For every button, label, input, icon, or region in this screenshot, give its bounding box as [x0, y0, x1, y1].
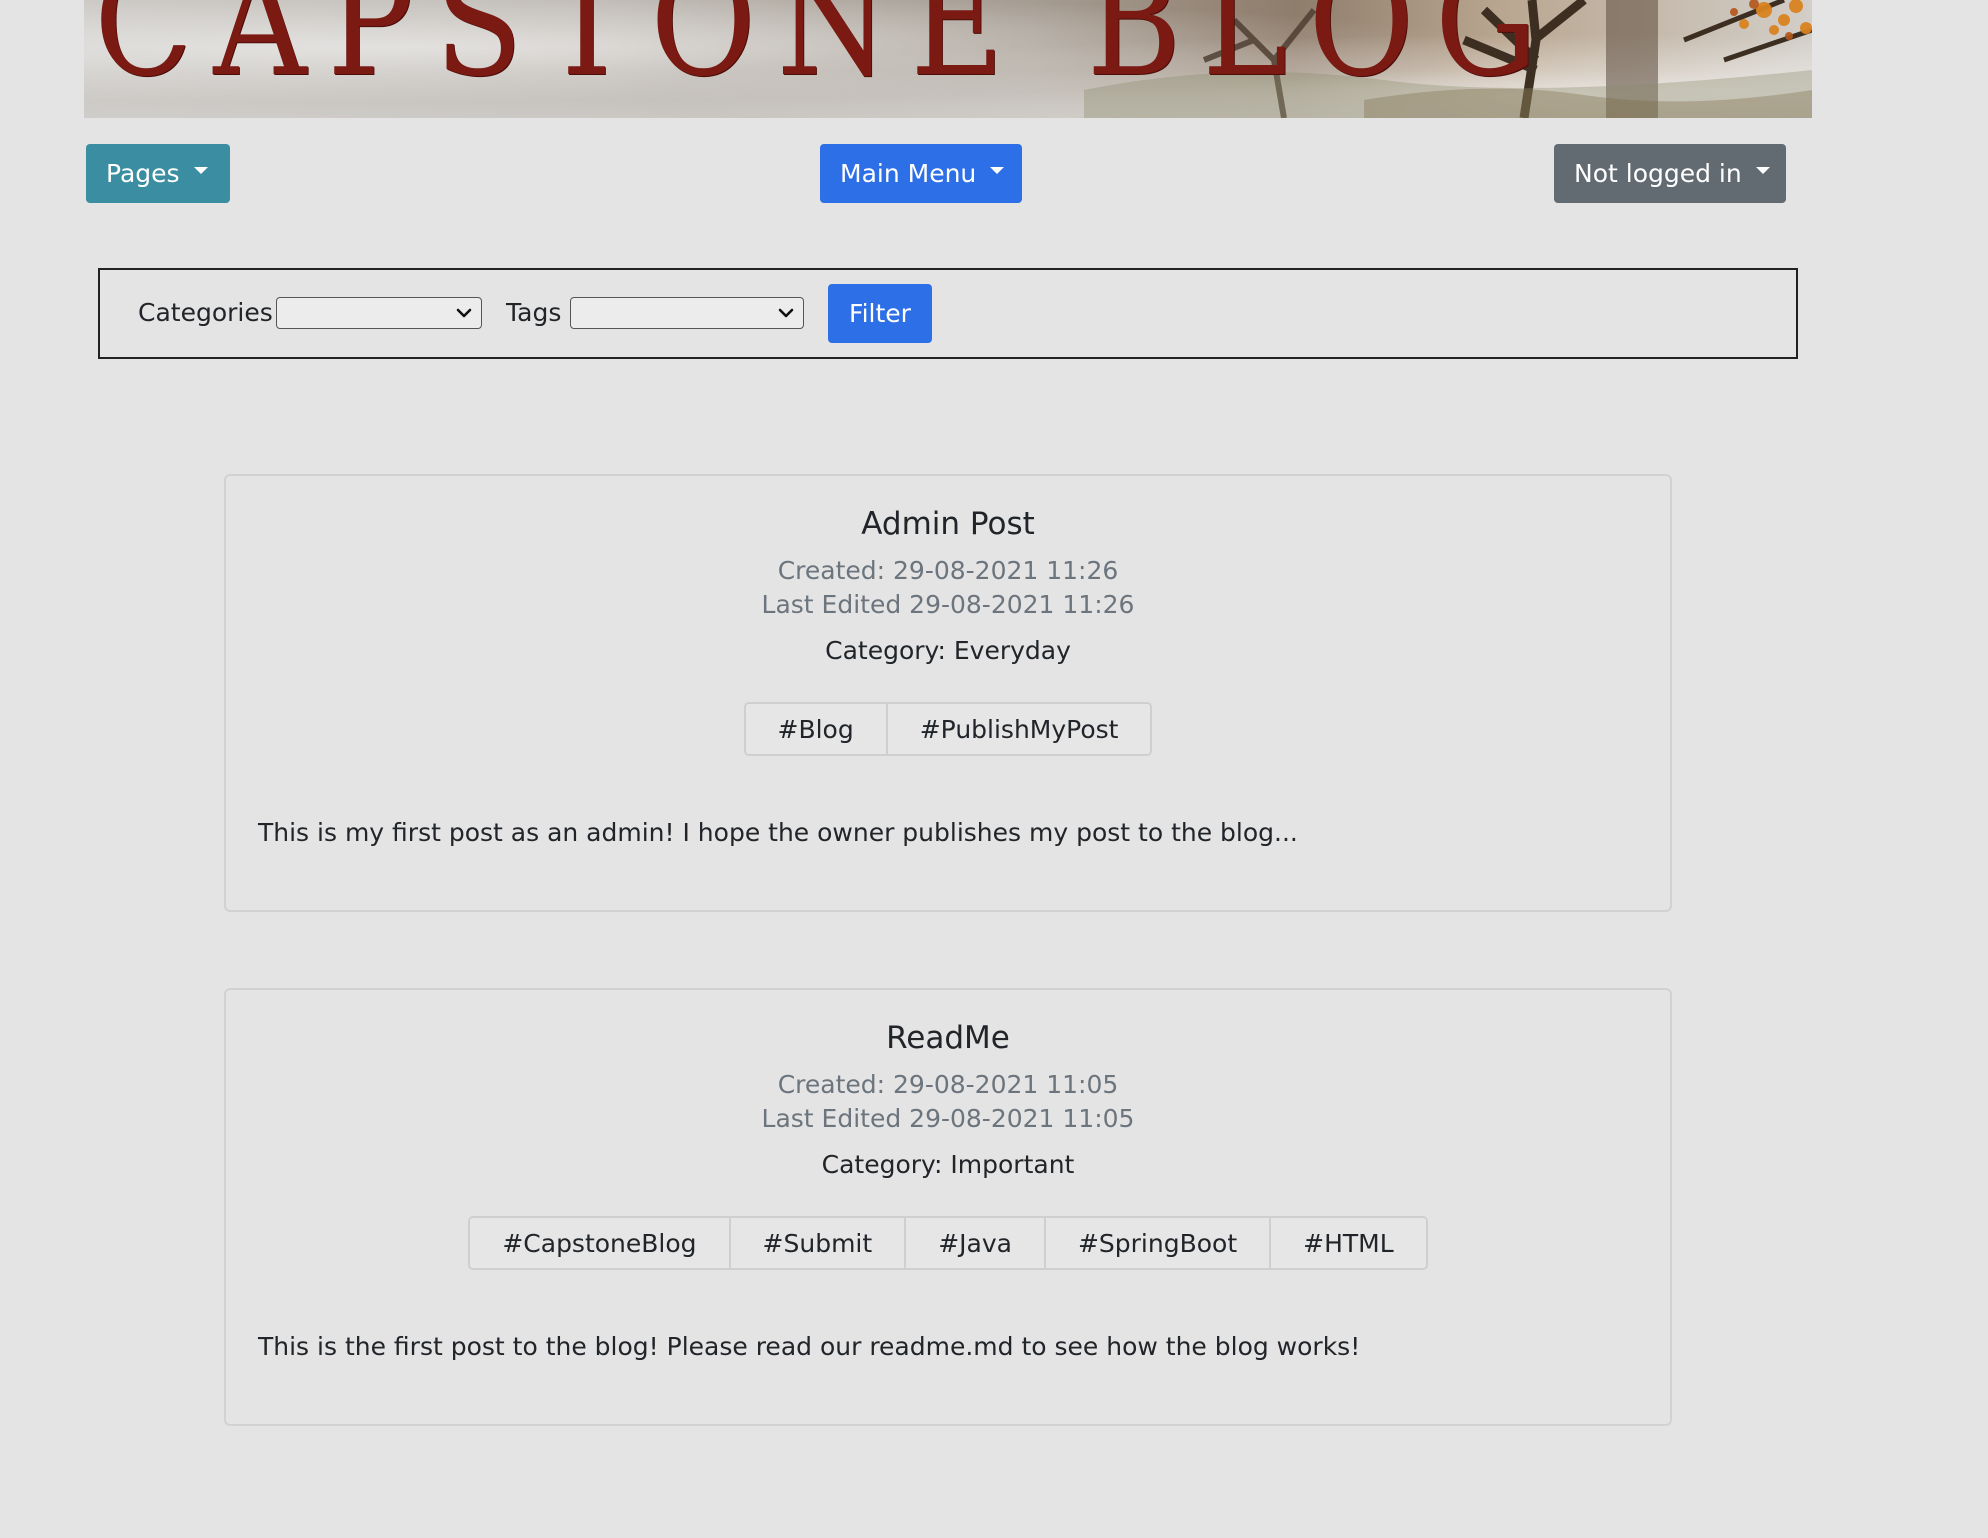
post-excerpt: This is the first post to the blog! Plea…: [258, 1332, 1361, 1361]
post-created-date: Created: 29-08-2021 11:26: [777, 556, 1119, 585]
tag-button[interactable]: #HTML: [1269, 1218, 1426, 1268]
post-created-date: Created: 29-08-2021 11:05: [777, 1070, 1119, 1099]
tag-button[interactable]: #SpringBoot: [1043, 1218, 1270, 1268]
post-title[interactable]: Admin Post: [226, 506, 1670, 542]
user-dropdown-button[interactable]: Not logged in: [1554, 144, 1786, 203]
caret-down-icon: [1755, 167, 1770, 174]
tags-select[interactable]: [570, 297, 804, 329]
user-button-label: Not logged in: [1574, 159, 1742, 188]
chevron-down-icon: [456, 308, 472, 318]
post-edited-date: Last Edited 29-08-2021 11:26: [761, 590, 1135, 619]
page: CAPSTONE BLOG Pages Main Menu Not logged…: [0, 0, 1988, 1538]
tag-button[interactable]: #PublishMyPost: [885, 704, 1151, 754]
caret-down-icon: [193, 167, 208, 174]
tags-label: Tags: [506, 298, 562, 327]
main-menu-dropdown-button[interactable]: Main Menu: [820, 144, 1022, 203]
categories-select[interactable]: [276, 297, 482, 329]
pages-dropdown-button[interactable]: Pages: [86, 144, 230, 203]
tag-button[interactable]: #CapstoneBlog: [470, 1218, 729, 1268]
tag-button[interactable]: #Java: [904, 1218, 1044, 1268]
banner-title: CAPSTONE BLOG: [94, 0, 1559, 110]
post-card: Admin Post Created: 29-08-2021 11:26 Las…: [224, 474, 1672, 912]
post-tags: #Blog #PublishMyPost: [226, 702, 1670, 756]
filter-button[interactable]: Filter: [828, 284, 932, 343]
pages-button-label: Pages: [106, 159, 180, 188]
post-edited-date: Last Edited 29-08-2021 11:05: [761, 1104, 1135, 1133]
main-menu-button-label: Main Menu: [840, 159, 977, 188]
tag-button[interactable]: #Blog: [745, 704, 886, 754]
post-category: Category: Everyday: [825, 636, 1071, 665]
caret-down-icon: [990, 167, 1005, 174]
categories-label: Categories: [138, 298, 273, 327]
chevron-down-icon: [778, 308, 794, 318]
banner-image: CAPSTONE BLOG: [84, 0, 1812, 118]
tag-button[interactable]: #Submit: [728, 1218, 905, 1268]
post-title[interactable]: ReadMe: [226, 1020, 1670, 1056]
post-card: ReadMe Created: 29-08-2021 11:05 Last Ed…: [224, 988, 1672, 1426]
post-category: Category: Important: [821, 1150, 1075, 1179]
filter-form: Categories Tags Filter: [98, 268, 1798, 359]
post-tags: #CapstoneBlog #Submit #Java #SpringBoot …: [226, 1216, 1670, 1270]
post-excerpt: This is my first post as an admin! I hop…: [258, 818, 1298, 847]
